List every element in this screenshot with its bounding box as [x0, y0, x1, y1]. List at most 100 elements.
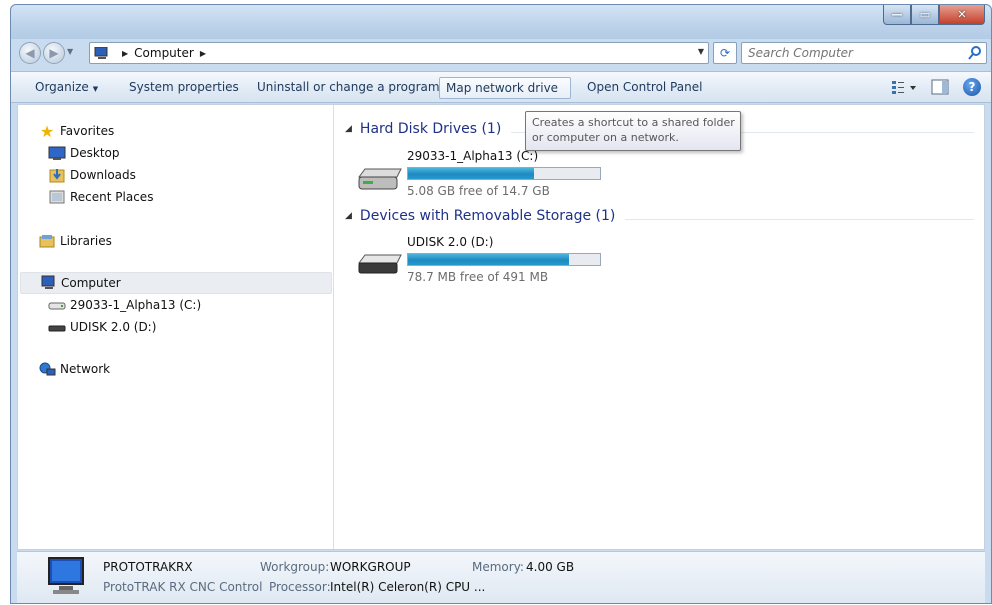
search-input[interactable]: [742, 43, 962, 63]
star-icon: ★: [39, 121, 55, 141]
removable-drive-icon: [358, 254, 402, 274]
downloads-icon: [49, 169, 65, 183]
forward-arrow-icon: ▶: [49, 46, 59, 60]
group-header-removable[interactable]: ◢ Devices with Removable Storage (1): [345, 208, 615, 224]
drive-free-space: 78.7 MB free of 491 MB: [407, 270, 549, 284]
sidebar-item-drive-c[interactable]: 29033-1_Alpha13 (C:): [48, 295, 201, 315]
minimize-icon: —: [891, 8, 903, 21]
address-bar[interactable]: ▶ Computer ▶ ▼: [89, 42, 709, 64]
breadcrumb-computer[interactable]: Computer: [134, 46, 194, 60]
sidebar-item-favorites[interactable]: ★ Favorites: [38, 121, 114, 141]
help-icon[interactable]: ?: [963, 78, 981, 96]
back-arrow-icon: ◀: [25, 46, 35, 60]
title-bar: [11, 5, 991, 39]
minimize-button[interactable]: —: [883, 5, 911, 25]
collapse-icon: ◢: [345, 211, 352, 221]
drive-name: 29033-1_Alpha13 (C:): [407, 149, 539, 163]
drive-usage-bar: [407, 253, 601, 266]
explorer-window: — ▭ ✕ ◀ ▶ ▼ ▶ Computer ▶ ▼ ⟳ Organize▼: [10, 4, 992, 604]
maximize-icon: ▭: [919, 8, 931, 21]
navigation-pane: ★ Favorites Desktop Downloads Recent Pla…: [18, 105, 334, 549]
group-header-hard-disk[interactable]: ◢ Hard Disk Drives (1): [345, 121, 501, 137]
drive-usage-bar: [407, 167, 601, 180]
close-icon: ✕: [957, 8, 967, 21]
hard-drive-icon: [358, 168, 402, 190]
drive-name: UDISK 2.0 (D:): [407, 235, 494, 249]
refresh-icon: ⟳: [719, 46, 731, 60]
window-controls: — ▭ ✕: [883, 5, 985, 25]
content-area: ★ Favorites Desktop Downloads Recent Pla…: [17, 104, 985, 550]
search-icon[interactable]: [967, 45, 983, 61]
address-row: ◀ ▶ ▼ ▶ Computer ▶ ▼ ⟳: [17, 41, 987, 65]
sidebar-item-downloads[interactable]: Downloads: [48, 165, 136, 185]
map-network-drive-tooltip: Creates a shortcut to a shared folder or…: [525, 111, 741, 151]
computer-icon: [48, 557, 84, 594]
drive-free-space: 5.08 GB free of 14.7 GB: [407, 184, 550, 198]
group-divider: [625, 219, 974, 220]
breadcrumb-arrow-icon[interactable]: ▶: [200, 49, 206, 58]
computer-name: PROTOTRAKRX: [103, 560, 193, 574]
collapse-icon: ◢: [345, 124, 352, 134]
workgroup-label: Workgroup:: [260, 560, 330, 574]
sidebar-item-recent-places[interactable]: Recent Places: [48, 187, 153, 207]
drive-item-c[interactable]: 29033-1_Alpha13 (C:) 5.08 GB free of 14.…: [351, 149, 611, 205]
organize-label: Organize: [35, 80, 89, 94]
removable-drive-icon: [48, 325, 66, 332]
sidebar-item-drive-d[interactable]: UDISK 2.0 (D:): [48, 317, 156, 337]
details-pane: PROTOTRAKRX ProtoTRAK RX CNC Control Wor…: [17, 551, 985, 603]
computer-icon: [94, 47, 108, 59]
sidebar-item-computer[interactable]: Computer: [20, 272, 332, 294]
workgroup-value: WORKGROUP: [330, 560, 411, 574]
tooltip-line: or computer on a network.: [532, 131, 679, 144]
tooltip-line: Creates a shortcut to a shared folder: [532, 116, 735, 129]
computer-icon: [41, 275, 55, 289]
chevron-down-icon: ▼: [92, 85, 99, 93]
view-controls: ?: [891, 78, 981, 96]
processor-value: Intel(R) Celeron(R) CPU ...: [330, 580, 486, 594]
drive-usage-fill: [408, 254, 570, 265]
sidebar-item-libraries[interactable]: Libraries: [38, 231, 112, 251]
group-label: Devices with Removable Storage (1): [359, 208, 616, 224]
drive-item-d[interactable]: UDISK 2.0 (D:) 78.7 MB free of 491 MB: [351, 235, 611, 291]
close-button[interactable]: ✕: [939, 5, 985, 25]
network-icon: [39, 362, 56, 376]
open-control-panel-button[interactable]: Open Control Panel: [581, 77, 708, 99]
processor-label: Processor:: [269, 580, 331, 594]
back-button[interactable]: ◀: [19, 42, 41, 64]
memory-value: 4.00 GB: [526, 560, 575, 574]
memory-label: Memory:: [472, 560, 524, 574]
preview-pane-icon[interactable]: [931, 79, 949, 95]
chevron-down-icon: ▼: [67, 47, 74, 56]
organize-button[interactable]: Organize ▼: [29, 77, 104, 99]
drives-pane: ◢ Hard Disk Drives (1) 29033-1_Alpha13 (…: [335, 105, 984, 549]
change-view-icon[interactable]: [891, 79, 917, 95]
system-properties-button[interactable]: System properties: [123, 77, 245, 99]
sidebar-item-label: Recent Places: [70, 190, 154, 204]
recent-places-icon: [49, 190, 65, 204]
maximize-button[interactable]: ▭: [911, 5, 939, 25]
refresh-button[interactable]: ⟳: [713, 42, 737, 64]
search-box: [741, 42, 987, 64]
drive-usage-fill: [408, 168, 534, 179]
recent-pages-button[interactable]: ▼: [67, 47, 77, 56]
sidebar-item-label: Favorites: [60, 124, 115, 138]
breadcrumb-arrow-icon[interactable]: ▶: [122, 49, 128, 58]
sidebar-item-label: Downloads: [70, 168, 136, 182]
sidebar-item-label: Libraries: [60, 234, 112, 248]
sidebar-item-desktop[interactable]: Desktop: [48, 143, 120, 163]
sidebar-item-label: Network: [60, 362, 111, 376]
command-bar: Organize ▼ System properties Uninstall or…: [11, 71, 991, 103]
address-dropdown-icon[interactable]: ▼: [698, 47, 704, 56]
sidebar-item-label: Computer: [61, 276, 121, 290]
libraries-icon: [39, 235, 55, 248]
sidebar-item-network[interactable]: Network: [38, 359, 110, 379]
computer-description: ProtoTRAK RX CNC Control: [103, 580, 263, 594]
hard-drive-icon: [48, 302, 66, 310]
forward-button[interactable]: ▶: [43, 42, 65, 64]
group-label: Hard Disk Drives (1): [359, 121, 502, 137]
map-network-drive-button[interactable]: Map network drive: [439, 77, 571, 99]
uninstall-program-button[interactable]: Uninstall or change a program: [251, 77, 446, 99]
sidebar-item-label: UDISK 2.0 (D:): [70, 320, 157, 334]
sidebar-item-label: Desktop: [70, 146, 120, 160]
desktop-icon: [48, 146, 66, 160]
